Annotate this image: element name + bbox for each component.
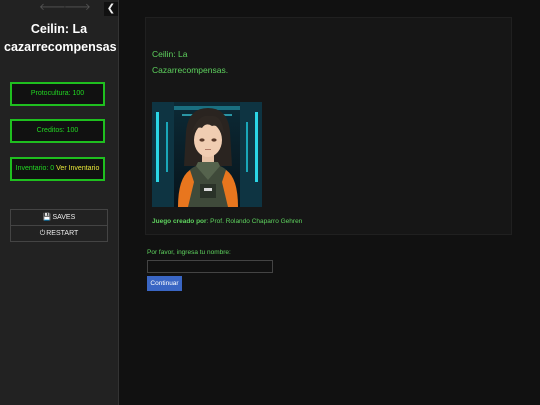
intro-line-1: Ceilin: La — [152, 49, 188, 59]
restart-button[interactable]: ⏻RESTART — [11, 226, 107, 241]
chevron-left-icon[interactable]: ❮ — [104, 2, 118, 16]
story-title: Ceilin: La cazarrecompensas — [4, 22, 117, 54]
portrait-illustration — [152, 102, 262, 207]
ver-inventario-link[interactable]: Ver Inventario — [56, 165, 99, 172]
floppy-disk-icon: 💾 — [42, 213, 52, 221]
protocultura-stat: Protocultura: 100 — [10, 82, 105, 106]
intro-text: Ceilin: La Cazarrecompensas. — [152, 46, 352, 78]
credits-label: Juego creado por — [152, 218, 207, 225]
credits-line: Juego creado por: Prof. Rolando Chaparro… — [152, 218, 302, 225]
sidebar-menu: 💾SAVES ⏻RESTART — [10, 209, 108, 242]
name-input[interactable] — [147, 260, 273, 273]
inventario-stat: Inventario: 0 Ver Inventario — [10, 157, 105, 181]
restart-label: RESTART — [46, 230, 79, 237]
inventario-count: Inventario: 0 — [15, 165, 55, 172]
name-prompt-label: Por favor, ingresa tu nombre: — [147, 249, 231, 256]
back-arrow-icon[interactable]: 🡐 — [39, 2, 66, 14]
forward-arrow-icon[interactable]: 🡒 — [64, 2, 91, 14]
creditos-stat: Creditos: 100 — [10, 119, 105, 143]
sidebar: 🡐 🡒 ❮ Ceilin: La cazarrecompensas Protoc… — [0, 0, 119, 405]
saves-button[interactable]: 💾SAVES — [11, 210, 107, 226]
intro-line-2: Cazarrecompensas. — [152, 65, 229, 75]
character-portrait — [152, 102, 262, 207]
power-icon: ⏻ — [39, 229, 46, 237]
saves-label: SAVES — [52, 214, 76, 221]
credits-author: : Prof. Rolando Chaparro Gehren — [206, 218, 303, 225]
continue-button[interactable]: Continuar — [147, 276, 182, 291]
story-passage: Ceilin: La Cazarrecompensas. Juego cread… — [145, 17, 512, 235]
